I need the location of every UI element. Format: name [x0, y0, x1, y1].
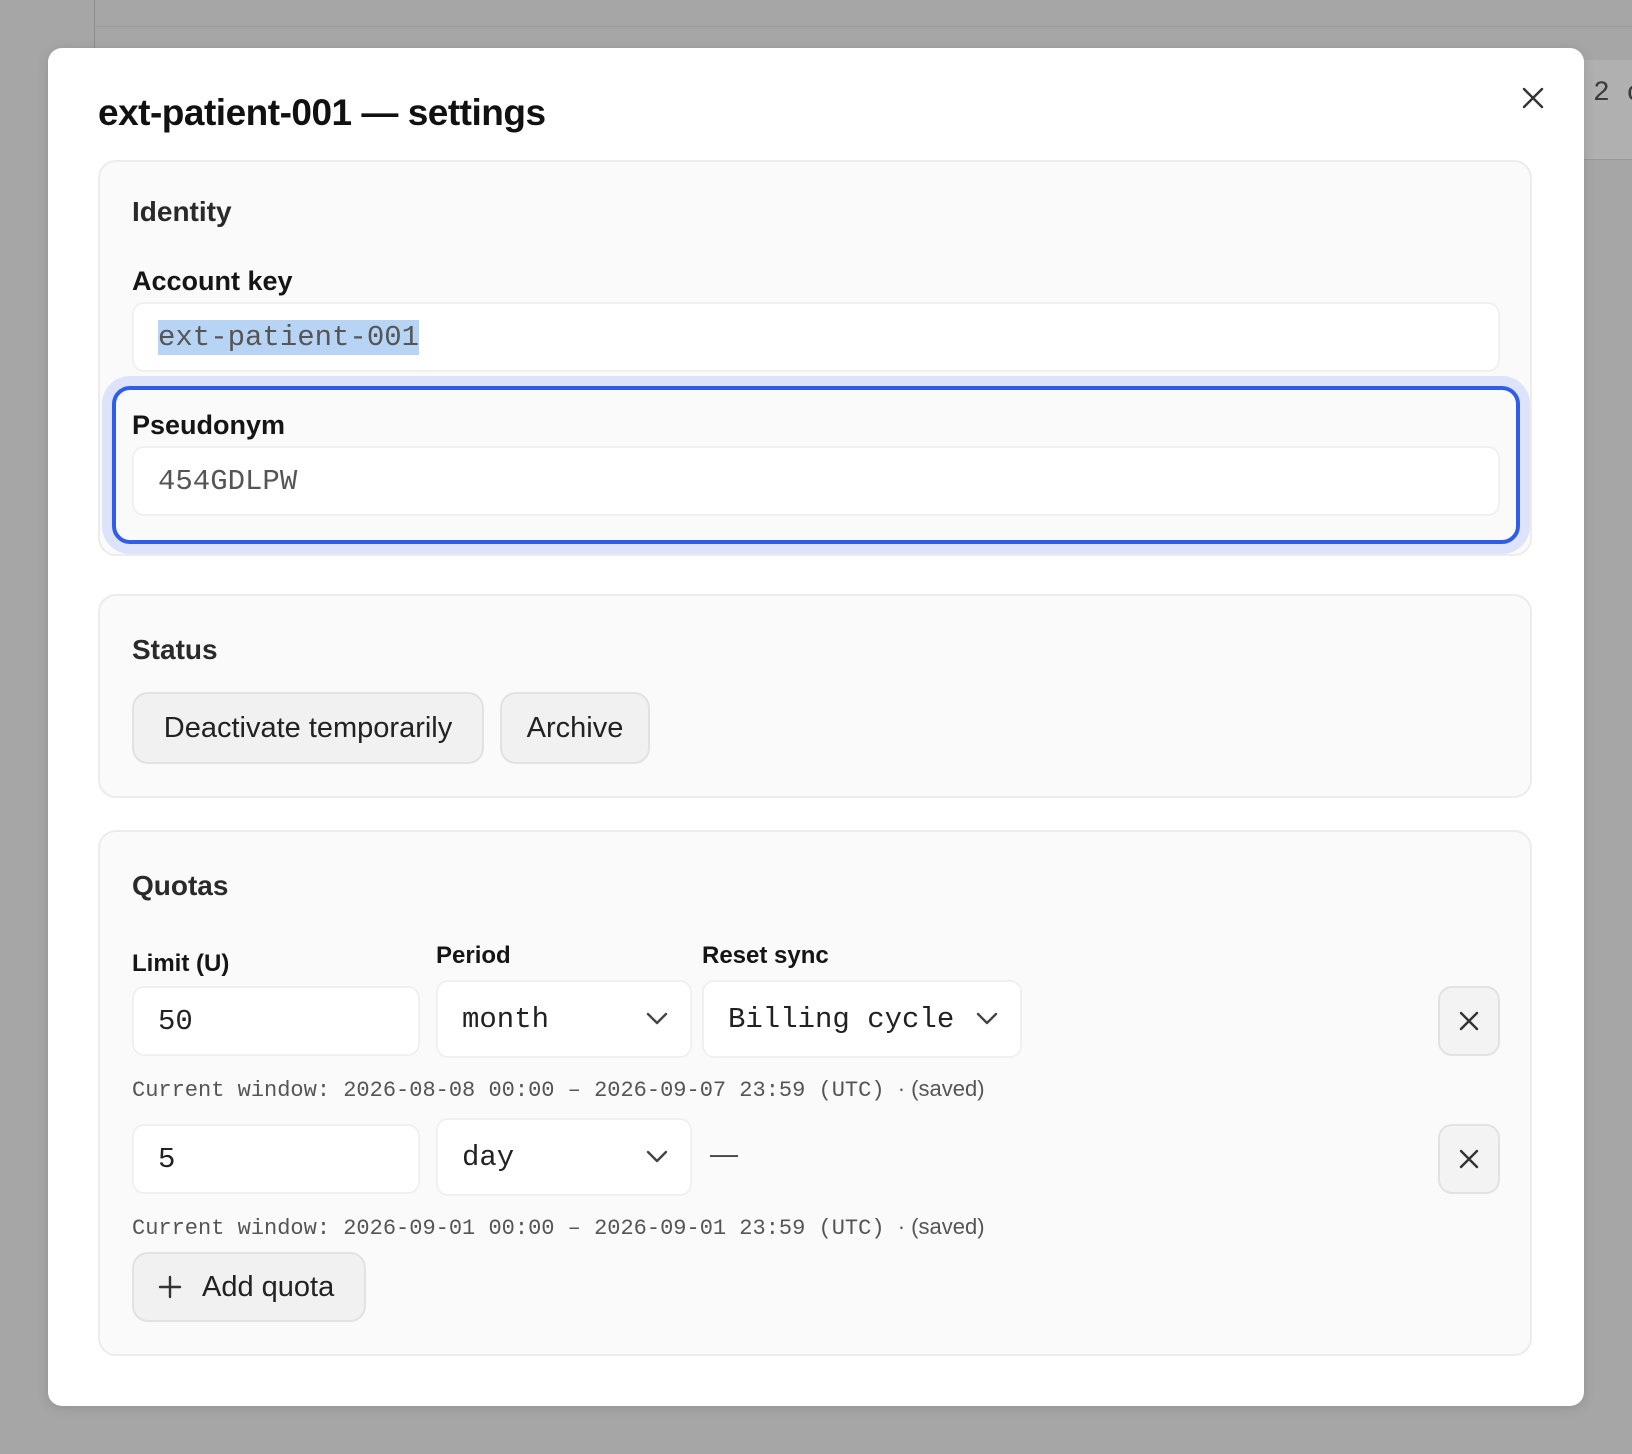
period-column-label: Period	[436, 942, 511, 969]
add-quota-label: Add quota	[202, 1270, 335, 1303]
archive-button[interactable]: Archive	[500, 692, 650, 764]
reset-sync-column-label: Reset sync	[702, 942, 829, 969]
limit-input[interactable]: 50	[132, 986, 420, 1056]
pseudonym-input[interactable]: 454GDLPW	[132, 446, 1500, 516]
period-value: day	[462, 1140, 515, 1174]
account-key-label: Account key	[132, 266, 293, 296]
account-key-value: ext-patient-001	[158, 319, 420, 355]
saved-status: · (saved)	[897, 1076, 985, 1101]
plus-icon	[158, 1275, 182, 1299]
account-key-input[interactable]: ext-patient-001	[132, 302, 1500, 372]
section-title: Status	[132, 634, 218, 665]
settings-modal: ext-patient-001 — settings Identity Acco…	[48, 48, 1584, 1406]
section-title: Identity	[132, 196, 232, 227]
limit-value: 5	[158, 1142, 176, 1176]
remove-quota-button[interactable]	[1438, 986, 1500, 1056]
modal-title: ext-patient-001 — settings	[98, 92, 546, 133]
period-select[interactable]: month	[436, 980, 692, 1058]
quota-window-text: Current window: 2026-09-01 00:00 – 2026-…	[132, 1216, 885, 1241]
quotas-section: Quotas Limit (U) Period Reset sync 50 mo…	[98, 830, 1532, 1356]
period-value: month	[462, 1002, 550, 1036]
background-divider	[94, 0, 95, 48]
background-text: 2 c	[1593, 78, 1632, 109]
chevron-down-icon	[976, 1012, 998, 1025]
reset-sync-select[interactable]: Billing cycle	[702, 980, 1022, 1058]
limit-input[interactable]: 5	[132, 1124, 420, 1194]
close-icon	[1459, 1149, 1479, 1169]
close-icon	[1459, 1011, 1479, 1031]
reset-sync-value: Billing cycle	[728, 1002, 955, 1036]
section-title: Quotas	[132, 870, 229, 901]
period-select[interactable]: day	[436, 1118, 692, 1196]
chevron-down-icon	[646, 1150, 668, 1163]
quota-window-info: Current window: 2026-08-08 00:00 – 2026-…	[132, 1076, 985, 1103]
status-section: Status Deactivate temporarily Archive	[98, 594, 1532, 798]
limit-value: 50	[158, 1004, 193, 1038]
chevron-down-icon	[646, 1012, 668, 1025]
pseudonym-label: Pseudonym	[132, 410, 286, 440]
add-quota-button[interactable]: Add quota	[132, 1252, 366, 1322]
identity-section: Identity Account key ext-patient-001 Pse…	[98, 160, 1532, 556]
close-button[interactable]	[1513, 78, 1553, 118]
quota-window-info: Current window: 2026-09-01 00:00 – 2026-…	[132, 1214, 985, 1241]
quota-window-text: Current window: 2026-08-08 00:00 – 2026-…	[132, 1078, 885, 1103]
saved-status: · (saved)	[897, 1214, 985, 1239]
limit-column-label: Limit (U)	[132, 950, 230, 977]
deactivate-button[interactable]: Deactivate temporarily	[132, 692, 484, 764]
background-divider	[94, 26, 1632, 27]
remove-quota-button[interactable]	[1438, 1124, 1500, 1194]
close-icon	[1522, 87, 1544, 109]
pseudonym-value: 454GDLPW	[158, 464, 298, 498]
reset-sync-empty: —	[710, 1138, 738, 1169]
